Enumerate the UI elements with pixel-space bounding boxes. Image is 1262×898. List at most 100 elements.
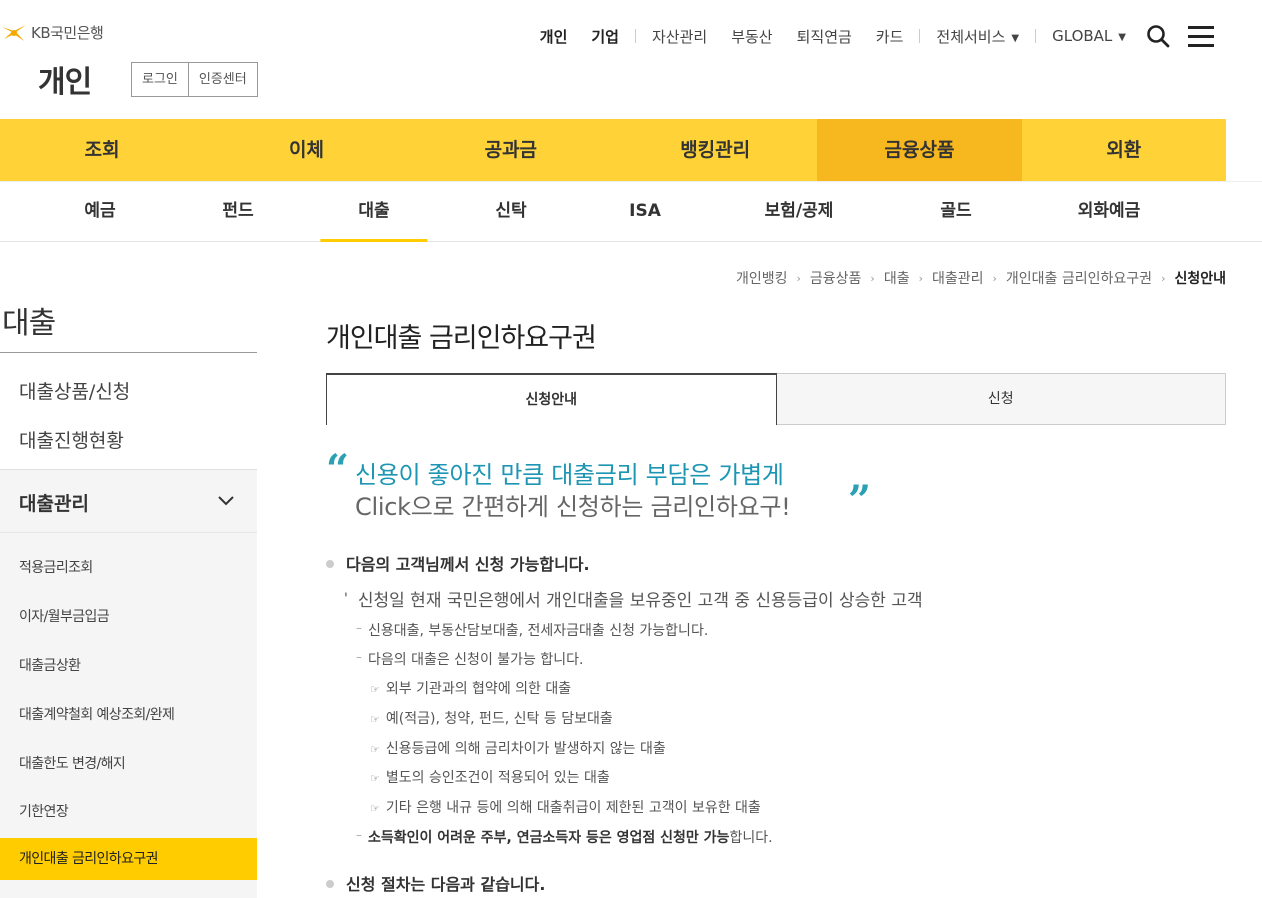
pointing-hand-icon: ☞ <box>370 713 380 726</box>
quote-line-1: 신용이 좋아진 만큼 대출금리 부담은 가볍게 <box>355 461 784 489</box>
dash-item: – 소득확인이 어려운 주부, 연금소득자 등은 영업점 신청만 가능합니다. <box>356 827 773 847</box>
lnb-sub-rate-inquiry[interactable]: 적용금리조회 <box>19 557 93 577</box>
sub-nav: 예금 펀드 대출 신탁 ISA 보험/공제 골드 외화예금 <box>0 181 1262 242</box>
lnb-sub-withdrawal[interactable]: 대출계약철회 예상조회/완제 <box>19 704 175 724</box>
heading-text: 다음의 고객님께서 신청 가능합니다. <box>346 555 590 574</box>
login-button[interactable]: 로그인 <box>132 63 188 96</box>
breadcrumb-item[interactable]: 금융상품 <box>810 268 862 288</box>
quote-open-icon: “ <box>326 446 350 493</box>
dash-text: 신용대출, 부동산담보대출, 전세자금대출 신청 가능합니다. <box>368 623 709 639</box>
hamburger-menu-icon[interactable] <box>1188 25 1214 47</box>
eligibility-line: ' 신청일 현재 국민은행에서 개인대출을 보유중인 고객 중 신용등급이 상승한… <box>344 586 923 611</box>
subnav-fx-deposit[interactable]: 외화예금 <box>1078 182 1141 242</box>
quote-close-icon: ” <box>848 477 872 524</box>
pointing-hand-icon: ☞ <box>370 802 380 815</box>
excluded-text: 별도의 승인조건이 적용되어 있는 대출 <box>385 770 610 786</box>
tab-guide[interactable]: 신청안내 <box>326 373 777 425</box>
bullet-dot-icon <box>326 880 334 888</box>
heading-text: 신청 절차는 다음과 같습니다. <box>346 875 546 894</box>
lnb-sub-interest-payment[interactable]: 이자/월부금입금 <box>19 606 110 626</box>
gnb-inquiry[interactable]: 조회 <box>0 119 204 181</box>
dash-text: 합니다. <box>729 830 773 846</box>
excluded-text: 기타 은행 내규 등에 의해 대출취급이 제한된 고객이 보유한 대출 <box>385 800 761 816</box>
allservice-label: 전체서비스 <box>936 27 1006 46</box>
lnb-title: 대출 <box>2 306 56 341</box>
excluded-text: 예(적금), 청약, 펀드, 신탁 등 담보대출 <box>385 711 613 727</box>
section-heading-eligibility: 다음의 고객님께서 신청 가능합니다. <box>326 551 590 575</box>
subnav-loan[interactable]: 대출 <box>320 182 429 242</box>
eligibility-text: 신청일 현재 국민은행에서 개인대출을 보유중인 고객 중 신용등급이 상승한 … <box>357 591 923 611</box>
divider <box>0 352 257 353</box>
lnb-sub-limit-change[interactable]: 대출한도 변경/해지 <box>19 753 126 773</box>
dash-item: – 신용대출, 부동산담보대출, 전세자금대출 신청 가능합니다. <box>356 620 708 640</box>
util-global-dropdown[interactable]: GLOBAL ▼ <box>1040 27 1138 45</box>
dash-text-bold: 소득확인이 어려운 주부, 연금소득자 등은 영업점 신청만 가능 <box>368 830 730 846</box>
pointing-hand-icon: ☞ <box>370 743 380 756</box>
util-realestate-link[interactable]: 부동산 <box>719 26 784 47</box>
lnb-item-products[interactable]: 대출상품/신청 <box>19 377 130 404</box>
page-title: 개인대출 금리인하요구권 <box>326 323 597 354</box>
section-title: 개인 <box>38 65 92 100</box>
main-nav: 조회 이체 공과금 뱅킹관리 금융상품 외환 <box>0 119 1226 181</box>
cert-center-button[interactable]: 인증센터 <box>187 63 257 96</box>
lnb-sub-list: 적용금리조회 이자/월부금입금 대출금상환 대출계약철회 예상조회/완제 대출한… <box>0 533 257 898</box>
util-nav: 개인 기업 자산관리 부동산 퇴직연금 카드 전체서비스 ▼ GLOBAL ▼ <box>528 24 1214 48</box>
breadcrumb-item[interactable]: 대출 <box>884 268 910 288</box>
subnav-gold[interactable]: 골드 <box>940 182 971 242</box>
logo-text: KB국민은행 <box>31 24 104 42</box>
util-card-link[interactable]: 카드 <box>864 26 916 47</box>
gnb-banking-mgmt[interactable]: 뱅킹관리 <box>613 119 817 181</box>
excluded-text: 외부 기관과의 협약에 의한 대출 <box>385 681 572 697</box>
util-personal-link[interactable]: 개인 <box>528 26 580 47</box>
chevron-right-icon: › <box>918 271 923 285</box>
subnav-insurance[interactable]: 보험/공제 <box>765 182 834 242</box>
util-allservice-dropdown[interactable]: 전체서비스 ▼ <box>924 26 1031 47</box>
subnav-deposit[interactable]: 예금 <box>84 182 115 242</box>
chevron-right-icon: › <box>1161 271 1166 285</box>
caret-down-icon: ▼ <box>1011 32 1020 44</box>
excluded-item: ☞ 별도의 승인조건이 적용되어 있는 대출 <box>370 767 610 787</box>
kb-star-icon <box>2 24 26 41</box>
lnb-group-label: 대출관리 <box>19 493 89 515</box>
divider <box>1035 29 1037 43</box>
caret-down-icon: ▼ <box>1118 32 1126 43</box>
subnav-isa[interactable]: ISA <box>629 182 661 242</box>
dash-item: – 다음의 대출은 신청이 불가능 합니다. <box>356 649 583 669</box>
chevron-right-icon: › <box>870 271 875 285</box>
divider <box>919 29 921 43</box>
subnav-fund[interactable]: 펀드 <box>222 182 253 242</box>
gnb-financial-products[interactable]: 금융상품 <box>817 119 1022 181</box>
lnb-group-loan-mgmt[interactable]: 대출관리 <box>0 469 257 533</box>
util-corporate-link[interactable]: 기업 <box>579 26 631 47</box>
dash-text: 다음의 대출은 신청이 불가능 합니다. <box>368 652 584 668</box>
breadcrumb-current: 신청안내 <box>1174 271 1226 287</box>
breadcrumb-item[interactable]: 대출관리 <box>932 268 984 288</box>
lnb-sub-repayment[interactable]: 대출금상환 <box>19 655 81 675</box>
divider <box>634 29 636 43</box>
gnb-transfer[interactable]: 이체 <box>204 119 408 181</box>
pointing-hand-icon: ☞ <box>370 683 380 696</box>
lnb-sub-rate-cut-right[interactable]: 개인대출 금리인하요구권 <box>0 838 257 880</box>
lnb-sub-extension[interactable]: 기한연장 <box>19 801 69 821</box>
section-heading-procedure: 신청 절차는 다음과 같습니다. <box>326 871 545 895</box>
breadcrumb-item[interactable]: 개인대출 금리인하요구권 <box>1006 268 1152 288</box>
lnb-item-progress[interactable]: 대출진행현황 <box>19 426 124 453</box>
chevron-down-icon <box>217 492 235 510</box>
breadcrumb: 개인뱅킹 › 금융상품 › 대출 › 대출관리 › 개인대출 금리인하요구권 › 신청안내 <box>736 268 1226 288</box>
search-icon[interactable] <box>1146 24 1170 48</box>
auth-box: 로그인 인증센터 <box>131 62 258 97</box>
excluded-item: ☞ 기타 은행 내규 등에 의해 대출취급이 제한된 고객이 보유한 대출 <box>370 797 761 817</box>
util-asset-link[interactable]: 자산관리 <box>640 26 719 47</box>
tab-apply[interactable]: 신청 <box>776 373 1226 425</box>
breadcrumb-item[interactable]: 개인뱅킹 <box>736 268 788 288</box>
gnb-forex[interactable]: 외환 <box>1022 119 1226 181</box>
excluded-item: ☞ 예(적금), 청약, 펀드, 신탁 등 담보대출 <box>370 708 613 728</box>
gnb-utility[interactable]: 공과금 <box>409 119 613 181</box>
subnav-trust[interactable]: 신탁 <box>495 182 526 242</box>
content-tabs: 신청안내 신청 <box>326 373 1226 425</box>
quote-line-2: Click으로 간편하게 신청하는 금리인하요구! <box>355 493 791 521</box>
bullet-tick-icon: ' <box>344 591 348 607</box>
kb-logo[interactable]: KB국민은행 <box>0 22 104 43</box>
global-label: GLOBAL <box>1052 27 1113 45</box>
util-pension-link[interactable]: 퇴직연금 <box>785 26 864 47</box>
